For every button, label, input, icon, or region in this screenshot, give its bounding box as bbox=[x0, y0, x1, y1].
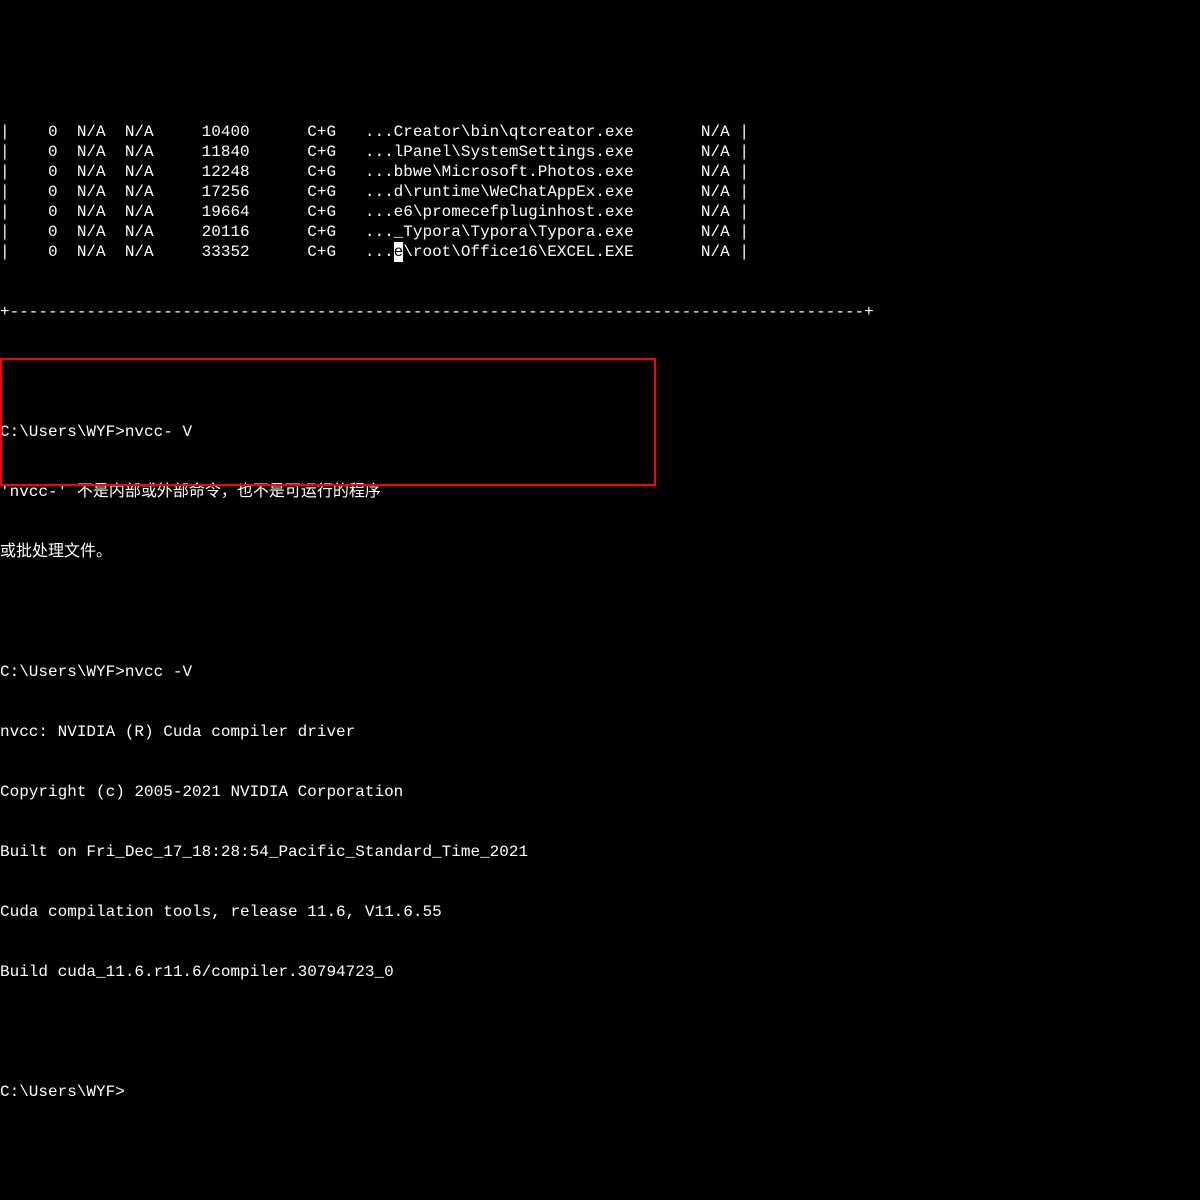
process-table: | 0 N/A N/A 10400 C+G ...Creator\bin\qtc… bbox=[0, 122, 1200, 262]
table-row: | 0 N/A N/A 33352 C+G ...e\root\Office16… bbox=[0, 242, 1200, 262]
terminal-window[interactable]: | 0 N/A N/A 10400 C+G ...Creator\bin\qtc… bbox=[0, 82, 1200, 1162]
text-cursor: e bbox=[394, 242, 404, 262]
error-line-2: 或批处理文件。 bbox=[0, 542, 1200, 562]
nvcc-output-copyright: Copyright (c) 2005-2021 NVIDIA Corporati… bbox=[0, 782, 1200, 802]
command-line-3[interactable]: C:\Users\WYF> bbox=[0, 1082, 1200, 1102]
table-row: | 0 N/A N/A 10400 C+G ...Creator\bin\qtc… bbox=[0, 122, 1200, 142]
table-row: | 0 N/A N/A 19664 C+G ...e6\promecefplug… bbox=[0, 202, 1200, 222]
command-text: nvcc- V bbox=[125, 423, 192, 441]
prompt-path: C:\Users\WYF> bbox=[0, 1083, 125, 1101]
table-row: | 0 N/A N/A 20116 C+G ..._Typora\Typora\… bbox=[0, 222, 1200, 242]
command-text: nvcc -V bbox=[125, 663, 192, 681]
nvcc-output-built: Built on Fri_Dec_17_18:28:54_Pacific_Sta… bbox=[0, 842, 1200, 862]
blank-line bbox=[0, 1022, 1200, 1042]
table-separator: +---------------------------------------… bbox=[0, 302, 1200, 322]
command-line-1: C:\Users\WYF>nvcc- V bbox=[0, 422, 1200, 442]
blank-line bbox=[0, 362, 1200, 382]
error-line-1: 'nvcc-' 不是内部或外部命令，也不是可运行的程序 bbox=[0, 482, 1200, 502]
command-line-2: C:\Users\WYF>nvcc -V bbox=[0, 662, 1200, 682]
table-row: | 0 N/A N/A 17256 C+G ...d\runtime\WeCha… bbox=[0, 182, 1200, 202]
nvcc-output-build: Build cuda_11.6.r11.6/compiler.30794723_… bbox=[0, 962, 1200, 982]
prompt-path: C:\Users\WYF> bbox=[0, 663, 125, 681]
nvcc-output-driver: nvcc: NVIDIA (R) Cuda compiler driver bbox=[0, 722, 1200, 742]
table-row: | 0 N/A N/A 12248 C+G ...bbwe\Microsoft.… bbox=[0, 162, 1200, 182]
table-row: | 0 N/A N/A 11840 C+G ...lPanel\SystemSe… bbox=[0, 142, 1200, 162]
prompt-path: C:\Users\WYF> bbox=[0, 423, 125, 441]
nvcc-output-tools: Cuda compilation tools, release 11.6, V1… bbox=[0, 902, 1200, 922]
blank-line bbox=[0, 602, 1200, 622]
